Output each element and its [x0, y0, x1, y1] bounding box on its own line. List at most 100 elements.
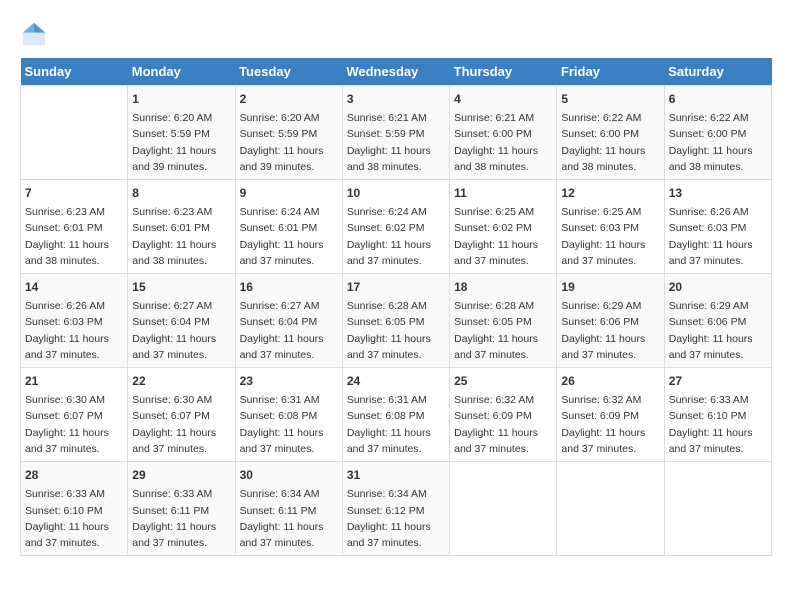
cell-content: Sunrise: 6:34 AM Sunset: 6:11 PM Dayligh…: [240, 486, 338, 551]
calendar-cell: 29 Sunrise: 6:33 AM Sunset: 6:11 PM Dayli…: [128, 462, 235, 556]
calendar-cell: [21, 86, 128, 180]
day-number: 31: [347, 466, 445, 484]
day-number: 19: [561, 278, 659, 296]
calendar-cell: 1Sunrise: 6:20 AM Sunset: 5:59 PM Daylig…: [128, 86, 235, 180]
calendar-week-1: 1 Sunrise: 6:20 AM Sunset: 5:59 PM Daylig…: [21, 86, 772, 180]
calendar-cell: 12 Sunrise: 6:25 AM Sunset: 6:03 PM Dayli…: [557, 180, 664, 274]
day-number: 4: [454, 90, 552, 108]
cell-content: Sunrise: 6:27 AM Sunset: 6:04 PM Dayligh…: [240, 298, 338, 363]
cell-content: Sunrise: 6:20 AM Sunset: 5:59 PM Dayligh…: [240, 110, 338, 175]
calendar-cell: 13 Sunrise: 6:26 AM Sunset: 6:03 PM Dayli…: [664, 180, 771, 274]
day-number: 15: [132, 278, 230, 296]
cell-content: Sunrise: 6:25 AM Sunset: 6:03 PM Dayligh…: [561, 204, 659, 269]
cell-content: Sunrise: 6:25 AM Sunset: 6:02 PM Dayligh…: [454, 204, 552, 269]
cell-content: Sunrise: 6:30 AM Sunset: 6:07 PM Dayligh…: [132, 392, 230, 457]
calendar-cell: 5 Sunrise: 6:22 AM Sunset: 6:00 PM Daylig…: [557, 86, 664, 180]
calendar-cell: 30 Sunrise: 6:34 AM Sunset: 6:11 PM Dayli…: [235, 462, 342, 556]
day-number: 22: [132, 372, 230, 390]
cell-content: Sunrise: 6:33 AM Sunset: 6:11 PM Dayligh…: [132, 486, 230, 551]
day-header-saturday: Saturday: [664, 58, 771, 86]
day-number: 17: [347, 278, 445, 296]
day-number: 20: [669, 278, 767, 296]
day-number: 2: [240, 90, 338, 108]
calendar-cell: 19Sunrise: 6:29 AM Sunset: 6:06 PM Dayli…: [557, 274, 664, 368]
cell-content: Sunrise: 6:21 AM Sunset: 6:00 PM Dayligh…: [454, 110, 552, 175]
calendar-cell: 11Sunrise: 6:25 AM Sunset: 6:02 PM Dayli…: [450, 180, 557, 274]
calendar-cell: 26Sunrise: 6:32 AM Sunset: 6:09 PM Dayli…: [557, 368, 664, 462]
day-number: 23: [240, 372, 338, 390]
cell-content: Sunrise: 6:33 AM Sunset: 6:10 PM Dayligh…: [25, 486, 123, 551]
day-number: 5: [561, 90, 659, 108]
day-header-sunday: Sunday: [21, 58, 128, 86]
calendar-cell: 18 Sunrise: 6:28 AM Sunset: 6:05 PM Dayli…: [450, 274, 557, 368]
day-header-friday: Friday: [557, 58, 664, 86]
calendar-table: SundayMondayTuesdayWednesdayThursdayFrid…: [20, 58, 772, 556]
calendar-cell: [557, 462, 664, 556]
calendar-cell: 21 Sunrise: 6:30 AM Sunset: 6:07 PM Dayli…: [21, 368, 128, 462]
calendar-cell: [450, 462, 557, 556]
day-number: 21: [25, 372, 123, 390]
calendar-week-5: 28 Sunrise: 6:33 AM Sunset: 6:10 PM Dayli…: [21, 462, 772, 556]
cell-content: Sunrise: 6:28 AM Sunset: 6:05 PM Dayligh…: [347, 298, 445, 363]
cell-content: Sunrise: 6:23 AM Sunset: 6:01 PM Dayligh…: [132, 204, 230, 269]
day-number: 10: [347, 184, 445, 202]
cell-content: Sunrise: 6:30 AM Sunset: 6:07 PM Dayligh…: [25, 392, 123, 457]
day-number: 13: [669, 184, 767, 202]
calendar-week-4: 21 Sunrise: 6:30 AM Sunset: 6:07 PM Dayli…: [21, 368, 772, 462]
day-header-thursday: Thursday: [450, 58, 557, 86]
calendar-cell: 28 Sunrise: 6:33 AM Sunset: 6:10 PM Dayli…: [21, 462, 128, 556]
logo: [20, 20, 52, 48]
day-header-wednesday: Wednesday: [342, 58, 449, 86]
day-number: 25: [454, 372, 552, 390]
calendar-cell: 2 Sunrise: 6:20 AM Sunset: 5:59 PM Daylig…: [235, 86, 342, 180]
calendar-cell: 27 Sunrise: 6:33 AM Sunset: 6:10 PM Dayli…: [664, 368, 771, 462]
day-number: 29: [132, 466, 230, 484]
calendar-cell: 22 Sunrise: 6:30 AM Sunset: 6:07 PM Dayli…: [128, 368, 235, 462]
day-number: 28: [25, 466, 123, 484]
calendar-cell: 23 Sunrise: 6:31 AM Sunset: 6:08 PM Dayli…: [235, 368, 342, 462]
cell-content: Sunrise: 6:29 AM Sunset: 6:06 PM Dayligh…: [669, 298, 767, 363]
calendar-cell: 7 Sunrise: 6:23 AM Sunset: 6:01 PM Daylig…: [21, 180, 128, 274]
calendar-body: 1 Sunrise: 6:20 AM Sunset: 5:59 PM Daylig…: [21, 86, 772, 556]
day-number: 7: [25, 184, 123, 202]
calendar-cell: 10Sunrise: 6:24 AM Sunset: 6:02 PM Dayli…: [342, 180, 449, 274]
day-number: 26: [561, 372, 659, 390]
calendar-cell: 20 Sunrise: 6:29 AM Sunset: 6:06 PM Dayli…: [664, 274, 771, 368]
day-number: 27: [669, 372, 767, 390]
cell-content: Sunrise: 6:28 AM Sunset: 6:05 PM Dayligh…: [454, 298, 552, 363]
cell-content: Sunrise: 6:31 AM Sunset: 6:08 PM Dayligh…: [347, 392, 445, 457]
day-header-monday: Monday: [128, 58, 235, 86]
cell-content: Sunrise: 6:33 AM Sunset: 6:10 PM Dayligh…: [669, 392, 767, 457]
page-header: [20, 20, 772, 48]
calendar-cell: 24Sunrise: 6:31 AM Sunset: 6:08 PM Dayli…: [342, 368, 449, 462]
calendar-cell: 3Sunrise: 6:21 AM Sunset: 5:59 PM Daylig…: [342, 86, 449, 180]
day-number: 18: [454, 278, 552, 296]
calendar-cell: 14 Sunrise: 6:26 AM Sunset: 6:03 PM Dayli…: [21, 274, 128, 368]
day-number: 1: [132, 90, 230, 108]
day-number: 16: [240, 278, 338, 296]
cell-content: Sunrise: 6:26 AM Sunset: 6:03 PM Dayligh…: [25, 298, 123, 363]
cell-content: Sunrise: 6:32 AM Sunset: 6:09 PM Dayligh…: [454, 392, 552, 457]
calendar-cell: 17 Sunrise: 6:28 AM Sunset: 6:05 PM Dayli…: [342, 274, 449, 368]
cell-content: Sunrise: 6:23 AM Sunset: 6:01 PM Dayligh…: [25, 204, 123, 269]
cell-content: Sunrise: 6:22 AM Sunset: 6:00 PM Dayligh…: [669, 110, 767, 175]
day-number: 12: [561, 184, 659, 202]
calendar-week-2: 7 Sunrise: 6:23 AM Sunset: 6:01 PM Daylig…: [21, 180, 772, 274]
cell-content: Sunrise: 6:22 AM Sunset: 6:00 PM Dayligh…: [561, 110, 659, 175]
calendar-cell: 6Sunrise: 6:22 AM Sunset: 6:00 PM Daylig…: [664, 86, 771, 180]
cell-content: Sunrise: 6:26 AM Sunset: 6:03 PM Dayligh…: [669, 204, 767, 269]
day-number: 8: [132, 184, 230, 202]
logo-icon: [20, 20, 48, 48]
header-row: SundayMondayTuesdayWednesdayThursdayFrid…: [21, 58, 772, 86]
cell-content: Sunrise: 6:21 AM Sunset: 5:59 PM Dayligh…: [347, 110, 445, 175]
calendar-cell: 4 Sunrise: 6:21 AM Sunset: 6:00 PM Daylig…: [450, 86, 557, 180]
calendar-week-3: 14 Sunrise: 6:26 AM Sunset: 6:03 PM Dayli…: [21, 274, 772, 368]
calendar-header: SundayMondayTuesdayWednesdayThursdayFrid…: [21, 58, 772, 86]
calendar-cell: 9Sunrise: 6:24 AM Sunset: 6:01 PM Daylig…: [235, 180, 342, 274]
calendar-cell: 31Sunrise: 6:34 AM Sunset: 6:12 PM Dayli…: [342, 462, 449, 556]
day-number: 14: [25, 278, 123, 296]
cell-content: Sunrise: 6:31 AM Sunset: 6:08 PM Dayligh…: [240, 392, 338, 457]
day-number: 30: [240, 466, 338, 484]
cell-content: Sunrise: 6:24 AM Sunset: 6:01 PM Dayligh…: [240, 204, 338, 269]
calendar-cell: 25 Sunrise: 6:32 AM Sunset: 6:09 PM Dayli…: [450, 368, 557, 462]
